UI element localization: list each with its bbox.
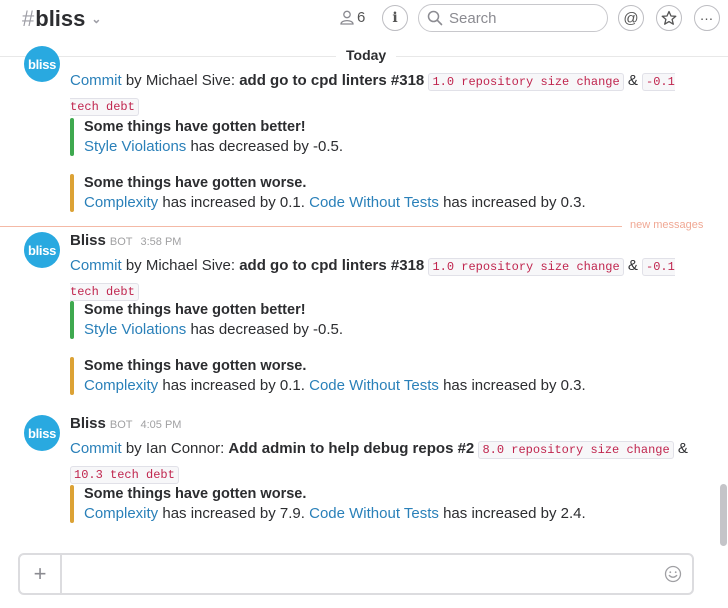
message-header: Bliss BOT 4:05 PM bbox=[70, 412, 710, 437]
info-icon: i bbox=[392, 10, 398, 26]
attachment-better: Some things have gotten better! Style Vi… bbox=[70, 118, 690, 156]
channel-info-button[interactable]: i bbox=[382, 5, 408, 31]
metric-text: has increased by 0.1. bbox=[158, 377, 310, 394]
metric-link[interactable]: Complexity bbox=[84, 377, 158, 394]
commit-link[interactable]: Commit bbox=[70, 440, 122, 457]
channel-title[interactable]: # bliss ⌄ bbox=[22, 6, 101, 32]
message-body: Bliss BOT 4:05 PM Commit by Ian Connor: Ad… bbox=[70, 412, 710, 487]
attachment-title: Some things have gotten worse. bbox=[84, 358, 307, 374]
commit-title: Add admin to help debug repos #2 bbox=[228, 440, 475, 457]
metric-link[interactable]: Complexity bbox=[84, 194, 158, 211]
commit-link[interactable]: Commit bbox=[70, 257, 122, 274]
search-input[interactable] bbox=[449, 9, 599, 27]
member-count-button[interactable]: 6 bbox=[340, 9, 365, 26]
search-box[interactable] bbox=[418, 4, 608, 32]
repo-size-tag: 1.0 repository size change bbox=[428, 73, 624, 91]
timestamp[interactable]: 3:58 PM bbox=[140, 236, 181, 248]
message-composer: + bbox=[18, 553, 694, 595]
attachment-title: Some things have gotten better! bbox=[84, 119, 306, 135]
member-count: 6 bbox=[357, 9, 366, 26]
message-body: Commit by Michael Sive: add go to cpd li… bbox=[70, 69, 710, 119]
timestamp[interactable]: 4:05 PM bbox=[140, 419, 181, 431]
day-divider-label: Today bbox=[336, 47, 397, 63]
scrollbar-thumb[interactable] bbox=[720, 484, 727, 546]
metric-text: has increased by 7.9. bbox=[158, 505, 310, 522]
emoji-icon[interactable] bbox=[664, 565, 682, 583]
more-button[interactable]: … bbox=[694, 5, 720, 31]
metric-link[interactable]: Code Without Tests bbox=[309, 194, 439, 211]
metric-link[interactable]: Code Without Tests bbox=[309, 377, 439, 394]
channel-name: bliss bbox=[35, 6, 86, 31]
avatar[interactable]: bliss bbox=[24, 232, 60, 268]
metric-link[interactable]: Complexity bbox=[84, 505, 158, 522]
attachment-title: Some things have gotten worse. bbox=[84, 175, 307, 191]
avatar[interactable]: bliss bbox=[24, 415, 60, 451]
channel-header: # bliss ⌄ 6 i @ … bbox=[0, 0, 728, 42]
star-icon bbox=[661, 10, 677, 25]
metric-link[interactable]: Code Without Tests bbox=[309, 505, 439, 522]
attachment-worse: Some things have gotten worse. Complexit… bbox=[70, 485, 690, 523]
new-messages-divider bbox=[0, 226, 622, 227]
sender-name[interactable]: Bliss bbox=[70, 232, 106, 249]
avatar[interactable]: bliss bbox=[24, 46, 60, 82]
ampersand: & bbox=[627, 72, 638, 89]
attachment-better: Some things have gotten better! Style Vi… bbox=[70, 301, 690, 339]
attachment-title: Some things have gotten worse. bbox=[84, 486, 307, 502]
bot-badge: BOT bbox=[109, 419, 133, 431]
attachment-worse: Some things have gotten worse. Complexit… bbox=[70, 174, 690, 212]
attachment-title: Some things have gotten better! bbox=[84, 302, 306, 318]
message-body: Bliss BOT 3:58 PM Commit by Michael Sive: … bbox=[70, 229, 710, 304]
chevron-down-icon[interactable]: ⌄ bbox=[91, 12, 101, 26]
add-file-button[interactable]: + bbox=[20, 555, 62, 593]
at-sign-icon: @ bbox=[623, 9, 639, 27]
metric-text: has increased by 0.3. bbox=[438, 377, 586, 394]
plus-icon: + bbox=[33, 561, 47, 586]
metric-text: has increased by 2.4. bbox=[438, 505, 586, 522]
mentions-button[interactable]: @ bbox=[618, 5, 644, 31]
metric-text: has increased by 0.3. bbox=[438, 194, 586, 211]
star-button[interactable] bbox=[656, 5, 682, 31]
commit-author: by Michael Sive: bbox=[121, 257, 240, 274]
more-icon: … bbox=[699, 7, 715, 23]
commit-author: by Michael Sive: bbox=[121, 72, 240, 89]
tech-debt-tag: 10.3 tech debt bbox=[70, 466, 179, 484]
commit-title: add go to cpd linters #318 bbox=[239, 72, 425, 89]
channel-hash: # bbox=[22, 6, 35, 31]
attachment-worse: Some things have gotten worse. Complexit… bbox=[70, 357, 690, 395]
sender-name[interactable]: Bliss bbox=[70, 415, 106, 432]
commit-author: by Ian Connor: bbox=[121, 440, 229, 457]
search-icon bbox=[427, 10, 443, 26]
ampersand: & bbox=[677, 440, 688, 457]
metric-link[interactable]: Style Violations bbox=[84, 138, 186, 155]
metric-text: has increased by 0.1. bbox=[158, 194, 310, 211]
metric-text: has decreased by -0.5. bbox=[186, 138, 344, 155]
repo-size-tag: 1.0 repository size change bbox=[428, 258, 624, 276]
ampersand: & bbox=[627, 257, 638, 274]
message-input[interactable] bbox=[70, 564, 650, 586]
message-header: Bliss BOT 3:58 PM bbox=[70, 229, 710, 254]
metric-text: has decreased by -0.5. bbox=[186, 321, 344, 338]
person-icon bbox=[340, 10, 354, 25]
commit-link[interactable]: Commit bbox=[70, 72, 122, 89]
bot-badge: BOT bbox=[109, 236, 133, 248]
metric-link[interactable]: Style Violations bbox=[84, 321, 186, 338]
repo-size-tag: 8.0 repository size change bbox=[478, 441, 674, 459]
commit-title: add go to cpd linters #318 bbox=[239, 257, 425, 274]
